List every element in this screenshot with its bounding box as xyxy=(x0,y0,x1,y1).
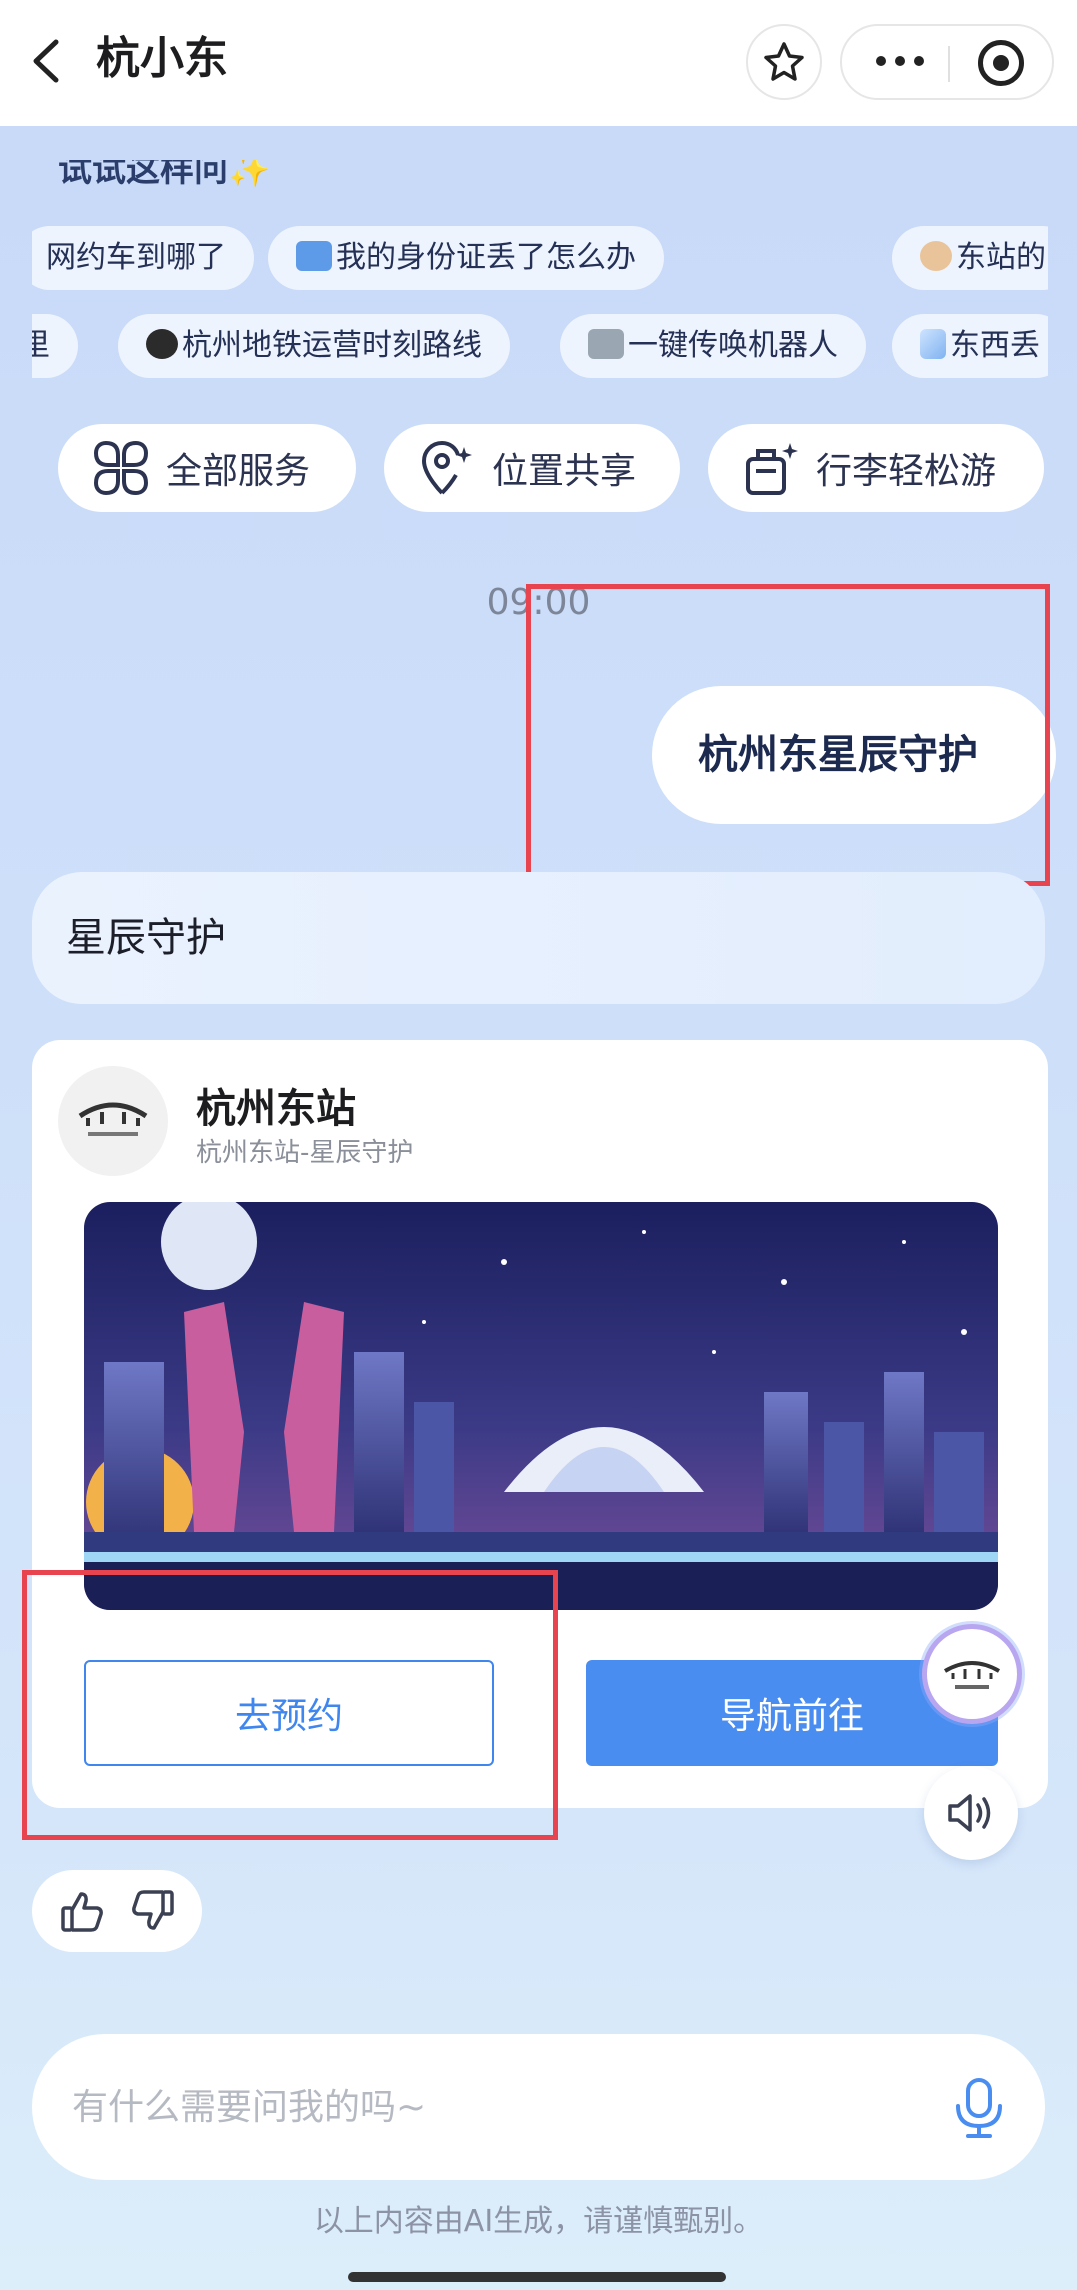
all-services-button[interactable]: 全部服务 xyxy=(58,424,356,512)
highlight-box xyxy=(22,1570,558,1840)
bot-reply-bubble: 星辰守护 xyxy=(32,872,1045,1004)
back-icon[interactable] xyxy=(28,38,68,84)
comet-icon xyxy=(920,329,946,359)
grid-icon xyxy=(92,439,150,497)
suggestion-chip[interactable]: 东西丢 xyxy=(892,314,1048,378)
ai-disclaimer: 以上内容由AI生成，请谨慎甄别。 xyxy=(313,2204,764,2239)
police-officer-icon xyxy=(920,241,952,271)
suggestion-chip[interactable]: 东站的 xyxy=(892,226,1048,290)
luggage-icon xyxy=(742,439,800,497)
more-icon[interactable] xyxy=(876,56,924,66)
highlight-box xyxy=(526,584,1050,886)
location-share-icon xyxy=(418,439,476,497)
suggestion-row-2: 里 杭州地铁运营时刻路线 一键传唤机器人 东西丢 xyxy=(32,314,1048,378)
thumbs-up-icon[interactable] xyxy=(59,1888,105,1934)
chat-input-bar xyxy=(32,2034,1045,2180)
suggestion-chip[interactable]: 杭州地铁运营时刻路线 xyxy=(118,314,510,378)
suggestion-chip[interactable]: 我的身份证丢了怎么办 xyxy=(268,226,664,290)
thumbs-down-icon[interactable] xyxy=(130,1888,176,1934)
speaker-icon xyxy=(948,1794,991,1832)
page-title: 杭小东 xyxy=(96,33,228,84)
microphone-icon[interactable] xyxy=(946,2074,1012,2140)
metro-icon xyxy=(146,329,178,359)
star-icon xyxy=(764,42,804,81)
assistant-logo-button[interactable] xyxy=(922,1624,1022,1724)
robot-icon xyxy=(588,329,624,359)
speaker-button[interactable] xyxy=(924,1766,1018,1860)
location-share-button[interactable]: 位置共享 xyxy=(384,424,680,512)
feedback-bar xyxy=(32,1870,202,1952)
favorite-button[interactable] xyxy=(746,24,822,100)
station-logo-avatar xyxy=(58,1066,168,1176)
close-target-icon[interactable] xyxy=(978,40,1024,86)
suggestion-chip[interactable]: 里 xyxy=(32,314,78,378)
suggestions-title: 试试这样问✨ xyxy=(58,150,271,190)
station-subtitle: 杭州东站-星辰守护 xyxy=(196,1138,414,1168)
id-card-icon xyxy=(296,241,332,271)
mini-program-capsule xyxy=(840,24,1054,100)
night-city-banner-image[interactable] xyxy=(84,1202,998,1610)
chat-input[interactable] xyxy=(72,2074,892,2140)
suggestion-chip[interactable]: 一键传唤机器人 xyxy=(560,314,866,378)
suggestion-row-1: 网约车到哪了 我的身份证丢了怎么办 东站的 xyxy=(32,226,1048,290)
luggage-service-button[interactable]: 行李轻松游 xyxy=(708,424,1044,512)
suggestion-chip[interactable]: 网约车到哪了 xyxy=(32,226,254,290)
station-name: 杭州东站 xyxy=(196,1086,356,1132)
home-indicator[interactable] xyxy=(348,2272,726,2282)
